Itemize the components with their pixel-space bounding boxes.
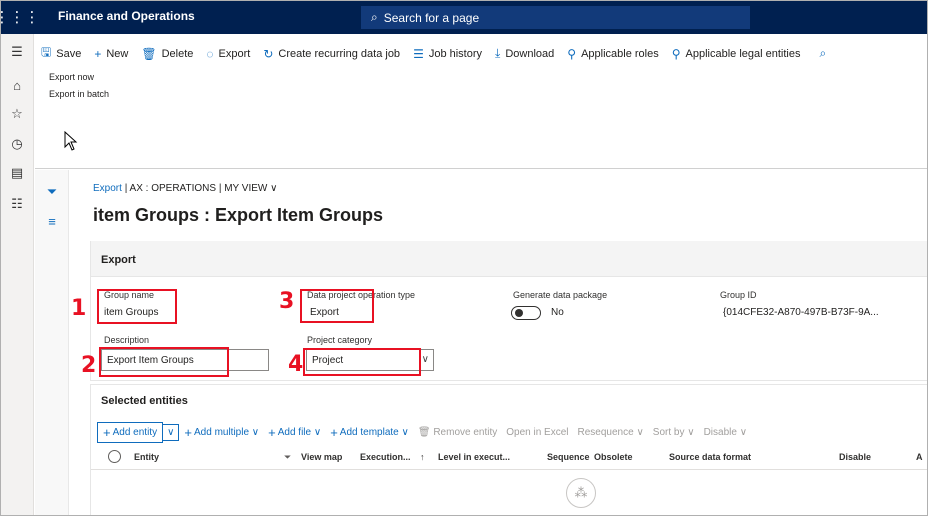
description-label: Description xyxy=(104,335,150,345)
empty-grid-illustration-icon: ⁂ xyxy=(566,478,596,508)
disable-button[interactable]: Disable ∨ xyxy=(704,427,747,438)
annotation-box-2 xyxy=(99,347,229,377)
export-section-header[interactable] xyxy=(91,241,928,277)
plus-icon: + xyxy=(103,425,111,440)
add-template-button[interactable]: + Add template ∨ xyxy=(330,425,409,440)
applicable-legal-entities-button[interactable]: ⚲ Applicable legal entities xyxy=(672,47,801,61)
download-button[interactable]: ⤓ Download xyxy=(495,46,554,61)
action-search-icon[interactable]: ⌕ xyxy=(819,46,826,61)
generate-package-label: Generate data package xyxy=(513,290,608,300)
annotation-number-1: 1 xyxy=(71,296,87,321)
page-side-rail: ⏷ ≡ xyxy=(35,170,69,516)
select-all-radio[interactable] xyxy=(108,450,121,463)
plus-icon: + xyxy=(330,425,338,440)
favorites-star-icon[interactable]: ☆ xyxy=(0,106,34,122)
recent-clock-icon[interactable]: ◷ xyxy=(0,136,34,152)
filter-icon[interactable]: ⏷ xyxy=(284,452,291,463)
list-toggle-icon[interactable]: ≡ xyxy=(35,214,69,229)
sort-arrow-up-icon: ↑ xyxy=(420,452,425,462)
recurring-icon: ↻ xyxy=(263,46,274,61)
sort-by-button[interactable]: Sort by ∨ xyxy=(653,427,695,438)
plus-icon: + xyxy=(268,425,276,440)
job-history-button[interactable]: ☰ Job history xyxy=(413,47,482,61)
group-id-label: Group ID xyxy=(720,290,757,300)
selected-entities-title: Selected entities xyxy=(101,395,188,407)
column-sequence[interactable]: Sequence xyxy=(547,452,590,462)
generate-package-toggle[interactable] xyxy=(511,306,541,320)
export-spinner-icon: ◌ xyxy=(206,46,214,61)
annotation-box-3 xyxy=(300,289,374,323)
annotation-number-2: 2 xyxy=(81,353,97,378)
search-icon: ⌕ xyxy=(371,10,378,24)
annotation-number-4: 4 xyxy=(288,352,304,377)
applicable-roles-button[interactable]: ⚲ Applicable roles xyxy=(567,47,658,61)
chevron-down-icon[interactable]: ∨ xyxy=(422,354,429,365)
plus-icon: + xyxy=(184,425,192,440)
column-execution[interactable]: Execution... xyxy=(360,452,411,462)
top-header-bar: ⋮⋮⋮ Finance and Operations ⌕ Search for … xyxy=(0,0,928,34)
trash-icon: 🗑 xyxy=(141,46,157,61)
workspaces-icon[interactable]: ▤ xyxy=(0,165,34,181)
toggle-knob xyxy=(515,309,523,317)
modules-list-icon[interactable]: ☷ xyxy=(0,196,34,212)
app-title[interactable]: Finance and Operations xyxy=(58,9,195,23)
save-icon: 🖫 xyxy=(41,45,52,59)
legal-entities-icon: ⚲ xyxy=(671,46,681,61)
column-entity[interactable]: Entity xyxy=(134,452,159,462)
breadcrumb: Export | AX : OPERATIONS | MY VIEW ∨ xyxy=(93,183,278,194)
list-icon: ☰ xyxy=(413,46,424,61)
export-now-item[interactable]: Export now xyxy=(49,72,94,82)
export-section-title: Export xyxy=(101,254,136,266)
app-launcher-icon[interactable]: ⋮⋮⋮ xyxy=(0,0,40,34)
plus-icon: + xyxy=(94,46,102,61)
column-source-data-format[interactable]: Source data format xyxy=(669,452,751,462)
remove-entity-button[interactable]: 🗑 Remove entity xyxy=(418,427,497,438)
filter-icon[interactable]: ⏷ xyxy=(35,184,69,200)
export-in-batch-item[interactable]: Export in batch xyxy=(49,89,109,99)
column-disable[interactable]: Disable xyxy=(839,452,871,462)
left-navigation: ☰ ⌂ ☆ ◷ ▤ ☷ xyxy=(0,34,34,516)
search-placeholder: Search for a page xyxy=(383,10,480,25)
annotation-number-3: 3 xyxy=(279,289,295,314)
column-level-in-execution[interactable]: Level in execut... xyxy=(438,452,510,462)
download-icon: ⤓ xyxy=(495,46,501,60)
resequence-button[interactable]: Resequence ∨ xyxy=(578,427,644,438)
page-title: item Groups : Export Item Groups xyxy=(93,205,384,225)
trash-icon: 🗑 xyxy=(417,427,434,438)
annotation-box-1 xyxy=(97,289,177,324)
roles-icon: ⚲ xyxy=(567,46,577,61)
save-button[interactable]: 🖫 Save xyxy=(41,43,81,64)
export-button[interactable]: ◌ Export xyxy=(206,47,250,61)
annotation-box-4 xyxy=(303,348,421,376)
new-button[interactable]: + New xyxy=(94,47,128,61)
project-category-label: Project category xyxy=(307,335,373,345)
add-entity-dropdown-button[interactable]: ∨ xyxy=(163,424,180,441)
breadcrumb-view[interactable]: MY VIEW xyxy=(224,183,267,194)
column-view-map[interactable]: View map xyxy=(301,452,342,462)
action-toolbar: 🖫 Save + New 🗑 Delete ◌ Export ↻ Create recur… xyxy=(41,43,826,64)
column-obsolete[interactable]: Obsolete xyxy=(594,452,633,462)
home-icon[interactable]: ⌂ xyxy=(0,78,34,93)
open-in-excel-button[interactable]: Open in Excel xyxy=(506,427,568,438)
add-file-button[interactable]: + Add file ∨ xyxy=(268,425,321,440)
chevron-down-icon[interactable]: ∨ xyxy=(270,183,277,194)
breadcrumb-export-link[interactable]: Export xyxy=(93,183,122,194)
add-entity-button[interactable]: + Add entity xyxy=(97,422,164,443)
add-multiple-button[interactable]: + Add multiple ∨ xyxy=(184,425,259,440)
search-box[interactable]: ⌕ Search for a page xyxy=(361,6,750,29)
generate-package-value: No xyxy=(551,307,564,318)
hamburger-menu-icon[interactable]: ☰ xyxy=(0,44,34,60)
group-id-value: {014CFE32-A870-497B-B73F-9A... xyxy=(723,307,879,318)
action-pane: 🖫 Save + New 🗑 Delete ◌ Export ↻ Create recur… xyxy=(35,34,928,169)
entities-toolbar: + Add entity ∨ + Add multiple ∨ + Add file … xyxy=(97,422,756,443)
breadcrumb-company: AX : OPERATIONS xyxy=(129,183,217,194)
delete-button[interactable]: 🗑 Delete xyxy=(141,47,193,61)
mouse-cursor-icon xyxy=(64,131,78,151)
column-truncated[interactable]: A xyxy=(916,452,923,462)
create-recurring-button[interactable]: ↻ Create recurring data job xyxy=(263,47,400,61)
chevron-down-icon: ∨ xyxy=(167,427,175,438)
